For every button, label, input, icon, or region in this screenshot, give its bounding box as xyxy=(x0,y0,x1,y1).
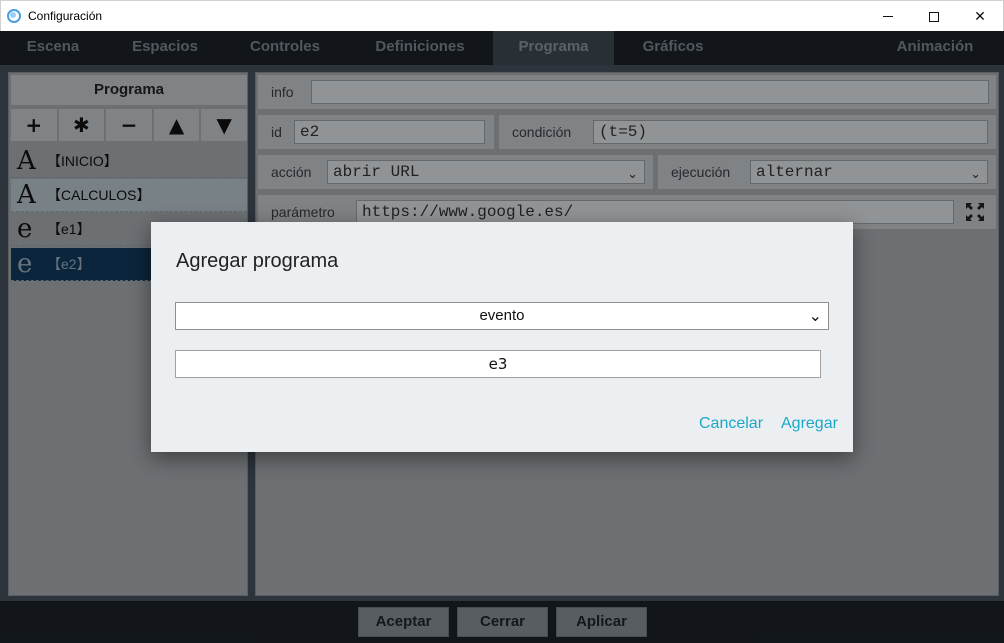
close-icon: ✕ xyxy=(974,8,986,25)
app-icon xyxy=(7,9,21,23)
maximize-icon xyxy=(929,11,939,22)
window-title: Configuración xyxy=(28,9,103,23)
program-type-value: evento xyxy=(479,307,525,324)
minimize-button[interactable] xyxy=(865,1,911,32)
title-bar: Configuración ✕ xyxy=(0,0,1004,31)
add-program-dialog: Agregar programa evento ⌄ e3 Cancelar Ag… xyxy=(151,222,853,452)
close-window-button[interactable]: ✕ xyxy=(957,1,1003,32)
cancel-button[interactable]: Cancelar xyxy=(699,415,763,433)
minimize-icon xyxy=(883,16,893,17)
chevron-down-icon: ⌄ xyxy=(808,306,822,325)
program-type-select[interactable]: evento ⌄ xyxy=(175,302,829,330)
dialog-title: Agregar programa xyxy=(176,250,339,272)
program-name-input[interactable]: e3 xyxy=(175,350,821,378)
add-button[interactable]: Agregar xyxy=(781,415,838,433)
maximize-button[interactable] xyxy=(911,1,957,32)
